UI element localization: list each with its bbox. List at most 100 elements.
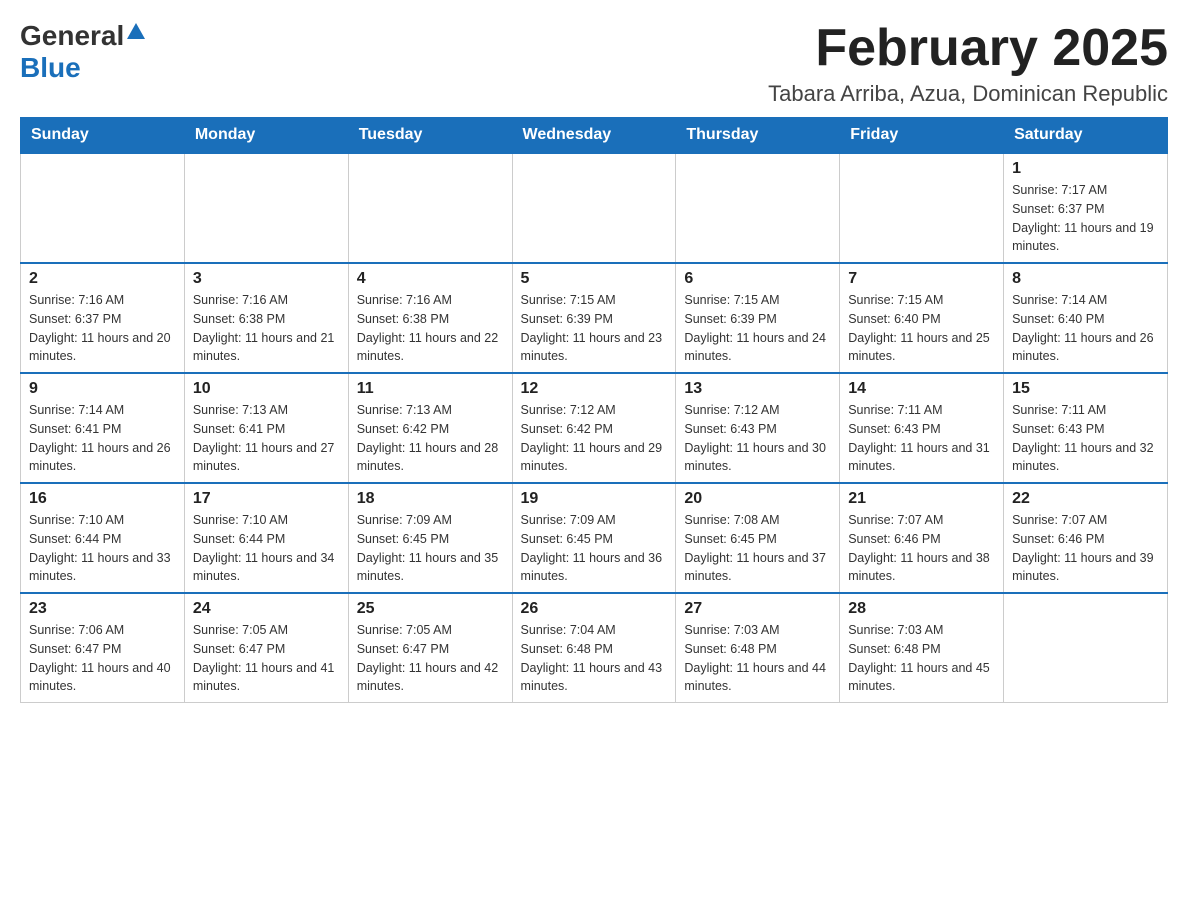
day-number: 17 — [193, 490, 340, 508]
day-info: Sunrise: 7:17 AM Sunset: 6:37 PM Dayligh… — [1012, 181, 1159, 256]
calendar-cell: 19 Sunrise: 7:09 AM Sunset: 6:45 PM Dayli… — [512, 483, 676, 593]
day-info: Sunrise: 7:14 AM Sunset: 6:40 PM Dayligh… — [1012, 291, 1159, 366]
day-info: Sunrise: 7:11 AM Sunset: 6:43 PM Dayligh… — [1012, 401, 1159, 476]
day-number: 10 — [193, 380, 340, 398]
day-info: Sunrise: 7:08 AM Sunset: 6:45 PM Dayligh… — [684, 511, 831, 586]
day-number: 24 — [193, 600, 340, 618]
day-info: Sunrise: 7:15 AM Sunset: 6:39 PM Dayligh… — [684, 291, 831, 366]
day-info: Sunrise: 7:03 AM Sunset: 6:48 PM Dayligh… — [848, 621, 995, 696]
day-number: 13 — [684, 380, 831, 398]
week-row-2: 2 Sunrise: 7:16 AM Sunset: 6:37 PM Daylig… — [21, 263, 1168, 373]
day-info: Sunrise: 7:09 AM Sunset: 6:45 PM Dayligh… — [357, 511, 504, 586]
day-info: Sunrise: 7:16 AM Sunset: 6:37 PM Dayligh… — [29, 291, 176, 366]
calendar-cell: 10 Sunrise: 7:13 AM Sunset: 6:41 PM Dayli… — [184, 373, 348, 483]
month-title: February 2025 — [768, 20, 1168, 77]
day-number: 19 — [521, 490, 668, 508]
calendar-cell: 13 Sunrise: 7:12 AM Sunset: 6:43 PM Dayli… — [676, 373, 840, 483]
day-info: Sunrise: 7:04 AM Sunset: 6:48 PM Dayligh… — [521, 621, 668, 696]
calendar-cell — [676, 153, 840, 263]
calendar-header-monday: Monday — [184, 118, 348, 154]
calendar-cell: 28 Sunrise: 7:03 AM Sunset: 6:48 PM Dayli… — [840, 593, 1004, 703]
day-info: Sunrise: 7:07 AM Sunset: 6:46 PM Dayligh… — [1012, 511, 1159, 586]
day-number: 22 — [1012, 490, 1159, 508]
day-info: Sunrise: 7:15 AM Sunset: 6:39 PM Dayligh… — [521, 291, 668, 366]
title-section: February 2025 Tabara Arriba, Azua, Domin… — [768, 20, 1168, 107]
day-number: 25 — [357, 600, 504, 618]
calendar-cell: 26 Sunrise: 7:04 AM Sunset: 6:48 PM Dayli… — [512, 593, 676, 703]
day-number: 16 — [29, 490, 176, 508]
day-info: Sunrise: 7:10 AM Sunset: 6:44 PM Dayligh… — [193, 511, 340, 586]
day-info: Sunrise: 7:12 AM Sunset: 6:43 PM Dayligh… — [684, 401, 831, 476]
day-number: 26 — [521, 600, 668, 618]
day-number: 21 — [848, 490, 995, 508]
calendar-cell: 17 Sunrise: 7:10 AM Sunset: 6:44 PM Dayli… — [184, 483, 348, 593]
page-header: General Blue February 2025 Tabara Arriba… — [20, 20, 1168, 107]
day-info: Sunrise: 7:07 AM Sunset: 6:46 PM Dayligh… — [848, 511, 995, 586]
day-number: 9 — [29, 380, 176, 398]
calendar-cell: 15 Sunrise: 7:11 AM Sunset: 6:43 PM Dayli… — [1004, 373, 1168, 483]
day-info: Sunrise: 7:09 AM Sunset: 6:45 PM Dayligh… — [521, 511, 668, 586]
day-number: 27 — [684, 600, 831, 618]
location-subtitle: Tabara Arriba, Azua, Dominican Republic — [768, 81, 1168, 107]
calendar-cell — [348, 153, 512, 263]
calendar-table: SundayMondayTuesdayWednesdayThursdayFrid… — [20, 117, 1168, 703]
calendar-header-friday: Friday — [840, 118, 1004, 154]
calendar-cell: 1 Sunrise: 7:17 AM Sunset: 6:37 PM Daylig… — [1004, 153, 1168, 263]
calendar-cell: 16Sunrise: 7:10 AM Sunset: 6:44 PM Dayli… — [21, 483, 185, 593]
day-number: 6 — [684, 270, 831, 288]
calendar-cell: 8 Sunrise: 7:14 AM Sunset: 6:40 PM Daylig… — [1004, 263, 1168, 373]
logo-triangle-icon — [127, 23, 145, 44]
calendar-cell: 23 Sunrise: 7:06 AM Sunset: 6:47 PM Dayli… — [21, 593, 185, 703]
logo: General Blue — [20, 20, 145, 84]
day-number: 2 — [29, 270, 176, 288]
calendar-cell: 22 Sunrise: 7:07 AM Sunset: 6:46 PM Dayli… — [1004, 483, 1168, 593]
day-number: 3 — [193, 270, 340, 288]
day-info: Sunrise: 7:05 AM Sunset: 6:47 PM Dayligh… — [357, 621, 504, 696]
calendar-cell: 27 Sunrise: 7:03 AM Sunset: 6:48 PM Dayli… — [676, 593, 840, 703]
day-info: Sunrise: 7:12 AM Sunset: 6:42 PM Dayligh… — [521, 401, 668, 476]
day-info: Sunrise: 7:03 AM Sunset: 6:48 PM Dayligh… — [684, 621, 831, 696]
calendar-cell: 14 Sunrise: 7:11 AM Sunset: 6:43 PM Dayli… — [840, 373, 1004, 483]
calendar-header-saturday: Saturday — [1004, 118, 1168, 154]
calendar-header-thursday: Thursday — [676, 118, 840, 154]
logo-general-text: General — [20, 20, 124, 52]
day-info: Sunrise: 7:13 AM Sunset: 6:41 PM Dayligh… — [193, 401, 340, 476]
day-number: 15 — [1012, 380, 1159, 398]
calendar-cell — [1004, 593, 1168, 703]
calendar-cell: 3 Sunrise: 7:16 AM Sunset: 6:38 PM Daylig… — [184, 263, 348, 373]
day-info: Sunrise: 7:14 AM Sunset: 6:41 PM Dayligh… — [29, 401, 176, 476]
day-info: Sunrise: 7:11 AM Sunset: 6:43 PM Dayligh… — [848, 401, 995, 476]
week-row-1: 1 Sunrise: 7:17 AM Sunset: 6:37 PM Daylig… — [21, 153, 1168, 263]
day-info: Sunrise: 7:06 AM Sunset: 6:47 PM Dayligh… — [29, 621, 176, 696]
day-number: 1 — [1012, 160, 1159, 178]
calendar-cell: 9 Sunrise: 7:14 AM Sunset: 6:41 PM Daylig… — [21, 373, 185, 483]
week-row-4: 16 Sunrise: 7:10 AM Sunset: 6:44 PM Dayli… — [21, 483, 1168, 593]
day-number: 28 — [848, 600, 995, 618]
week-row-3: 9 Sunrise: 7:14 AM Sunset: 6:41 PM Daylig… — [21, 373, 1168, 483]
day-number: 11 — [357, 380, 504, 398]
calendar-cell: 2 Sunrise: 7:16 AM Sunset: 6:37 PM Daylig… — [21, 263, 185, 373]
day-number: 7 — [848, 270, 995, 288]
calendar-cell: 4Sunrise: 7:16 AM Sunset: 6:38 PM Daylig… — [348, 263, 512, 373]
calendar-cell: 6 Sunrise: 7:15 AM Sunset: 6:39 PM Daylig… — [676, 263, 840, 373]
day-info: Sunrise: 7:16 AM Sunset: 6:38 PM Dayligh… — [357, 291, 504, 366]
calendar-cell: 5Sunrise: 7:15 AM Sunset: 6:39 PM Daylig… — [512, 263, 676, 373]
day-number: 20 — [684, 490, 831, 508]
calendar-header-sunday: Sunday — [21, 118, 185, 154]
day-number: 14 — [848, 380, 995, 398]
day-number: 8 — [1012, 270, 1159, 288]
calendar-cell: 25 Sunrise: 7:05 AM Sunset: 6:47 PM Dayli… — [348, 593, 512, 703]
day-number: 12 — [521, 380, 668, 398]
calendar-cell — [21, 153, 185, 263]
day-number: 23 — [29, 600, 176, 618]
calendar-cell — [512, 153, 676, 263]
calendar-header-tuesday: Tuesday — [348, 118, 512, 154]
calendar-cell: 24Sunrise: 7:05 AM Sunset: 6:47 PM Dayli… — [184, 593, 348, 703]
calendar-cell: 11Sunrise: 7:13 AM Sunset: 6:42 PM Dayli… — [348, 373, 512, 483]
day-info: Sunrise: 7:15 AM Sunset: 6:40 PM Dayligh… — [848, 291, 995, 366]
calendar-header-row: SundayMondayTuesdayWednesdayThursdayFrid… — [21, 118, 1168, 154]
day-number: 18 — [357, 490, 504, 508]
day-info: Sunrise: 7:16 AM Sunset: 6:38 PM Dayligh… — [193, 291, 340, 366]
week-row-5: 23 Sunrise: 7:06 AM Sunset: 6:47 PM Dayli… — [21, 593, 1168, 703]
calendar-cell: 21 Sunrise: 7:07 AM Sunset: 6:46 PM Dayli… — [840, 483, 1004, 593]
